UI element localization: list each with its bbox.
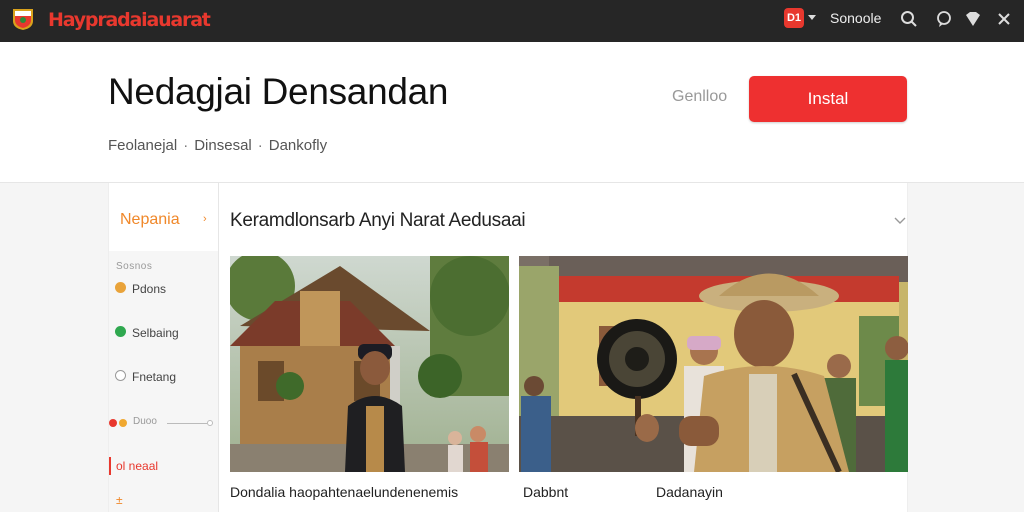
page-title: Nedagjai Densandan — [108, 71, 449, 112]
card-caption[interactable]: Dondalia haopahtenaelundenenemis — [230, 484, 458, 500]
app-switcher-badge[interactable]: D1 — [784, 8, 804, 28]
range-slider[interactable]: Duoo — [109, 416, 213, 430]
breadcrumb: Feolanejal · Dinsesal · Dankofly — [108, 137, 327, 154]
content-card: Nepania › Sosnos Pdons Selbaing Fnetang … — [108, 183, 908, 512]
sidebar-header[interactable]: Nepania › — [109, 183, 218, 251]
chevron-down-icon[interactable] — [808, 15, 816, 20]
chevron-right-icon: › — [203, 213, 207, 225]
breadcrumb-item[interactable]: Feolanejal — [108, 137, 177, 154]
sidebar-item-active[interactable]: ol neaal — [109, 457, 158, 475]
install-button[interactable]: Instal — [749, 76, 907, 122]
slider-handle-icon[interactable] — [119, 419, 127, 427]
status-dot-icon — [115, 370, 126, 382]
sidebar-item-pdons[interactable]: Pdons — [115, 281, 166, 301]
status-dot-icon — [115, 326, 126, 338]
sidebar-item-label: Fnetang — [132, 369, 177, 384]
card-caption[interactable]: Dadanayin — [656, 484, 723, 500]
slider-handle-icon[interactable] — [109, 419, 117, 427]
breadcrumb-separator: · — [183, 137, 189, 154]
sidebar-item-label: Pdons — [132, 281, 167, 296]
search-icon[interactable] — [899, 9, 919, 29]
slider-track — [167, 423, 207, 424]
chat-icon[interactable] — [934, 9, 954, 29]
traditional-house-photo[interactable] — [230, 256, 509, 472]
close-icon[interactable] — [994, 9, 1014, 29]
sidebar-more[interactable]: ± — [116, 493, 123, 507]
range-label: Duoo — [133, 416, 157, 427]
sidebar-item-fnetang[interactable]: Fnetang — [115, 369, 176, 389]
page-header: Nedagjai Densandan Genlloo Instal Feolan… — [0, 42, 1024, 183]
card-caption[interactable]: Dabbnt — [523, 484, 568, 500]
gem-icon[interactable] — [963, 9, 983, 29]
chevron-down-icon[interactable] — [893, 213, 907, 227]
status-dot-icon — [115, 282, 126, 294]
breadcrumb-item[interactable]: Dankofly — [269, 137, 327, 154]
sidebar-item-selbaing[interactable]: Selbaing — [115, 325, 179, 345]
market-vendor-photo[interactable] — [519, 256, 908, 472]
sidebar-header-label: Nepania — [120, 211, 180, 228]
user-menu[interactable]: Sonoole — [830, 10, 881, 26]
brand-name[interactable]: Haypradaiauarat — [48, 9, 211, 31]
sidebar: Nepania › Sosnos Pdons Selbaing Fnetang … — [109, 183, 219, 512]
breadcrumb-separator: · — [257, 137, 263, 154]
flag-logo-icon[interactable] — [12, 7, 34, 31]
section-title: Keramdlonsarb Anyi Narat Aedusaai — [230, 210, 526, 231]
breadcrumb-item[interactable]: Dinsesal — [194, 137, 252, 154]
secondary-button[interactable]: Genlloo — [672, 88, 727, 106]
sidebar-item-label: Selbaing — [132, 325, 179, 340]
sidebar-caption: Sosnos — [116, 261, 153, 272]
top-bar: Haypradaiauarat D1 Sonoole — [0, 0, 1024, 42]
slider-end-icon[interactable] — [207, 420, 213, 426]
